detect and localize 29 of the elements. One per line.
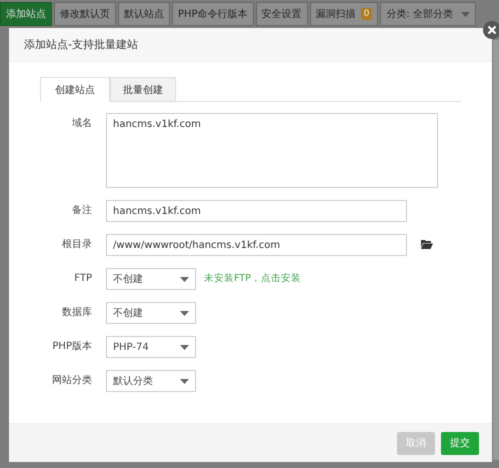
select-dropdown[interactable]: PHP-74: [106, 336, 196, 358]
toolbar-button[interactable]: 添加站点: [0, 2, 52, 26]
dialog-title: 添加站点-支持批量建站: [24, 37, 138, 52]
toolbar-button[interactable]: 修改默认页: [54, 2, 116, 26]
field-label: PHP版本: [51, 340, 92, 354]
tab[interactable]: 批量创建: [110, 77, 176, 102]
toolbar-button[interactable]: 安全设置: [256, 2, 308, 26]
toolbar-button[interactable]: PHP命令行版本: [172, 2, 254, 26]
path-field[interactable]: /www/wwwroot/hancms.v1kf.com: [106, 234, 407, 256]
select-dropdown[interactable]: 默认分类: [106, 370, 196, 392]
category-label[interactable]: 分类: 全部分类: [386, 7, 453, 21]
field-label: 根目录: [61, 238, 92, 252]
toolbar-button[interactable]: 默认站点: [118, 2, 170, 26]
field-label: 域名: [71, 116, 92, 131]
install-ftp-link[interactable]: 未安装FTP，点击安装: [204, 268, 301, 290]
scan-button[interactable]: 漏洞扫描 0: [310, 2, 378, 26]
tab[interactable]: 创建站点: [40, 77, 110, 102]
domain-field[interactable]: hancms.v1kf.com: [106, 113, 438, 188]
submit-button[interactable]: 提交: [441, 432, 479, 454]
select-dropdown[interactable]: 不创建: [106, 302, 196, 324]
category-dropdown[interactable]: 分类: 全部分类: [380, 2, 476, 26]
field-label: FTP: [73, 272, 92, 286]
scan-label[interactable]: 漏洞扫描: [316, 7, 356, 21]
remark-field[interactable]: hancms.v1kf.com: [106, 200, 407, 222]
count-badge: 0: [360, 8, 372, 20]
field-label: 网站分类: [51, 374, 92, 388]
field-label: 备注: [71, 204, 92, 218]
field-label: 数据库: [61, 306, 92, 320]
select-dropdown[interactable]: 不创建: [106, 268, 196, 290]
